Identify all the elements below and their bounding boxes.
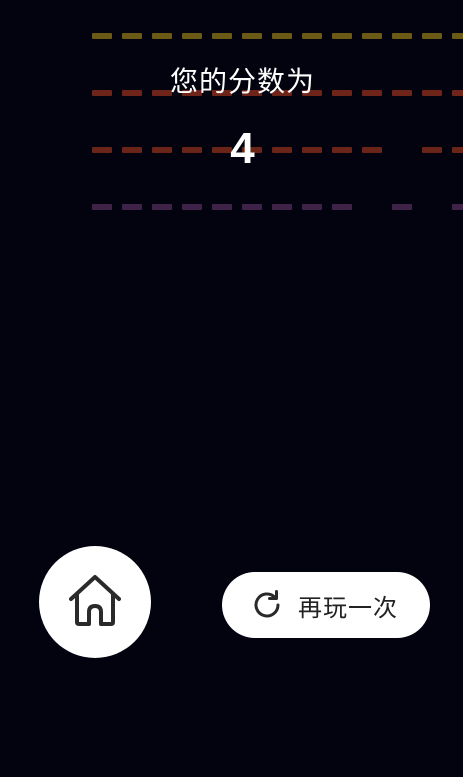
brick [212, 33, 232, 39]
replay-button[interactable]: 再玩一次 [222, 572, 430, 638]
brick [272, 204, 292, 210]
brick [302, 33, 322, 39]
brick [302, 204, 322, 210]
brick [332, 204, 352, 210]
brick [452, 204, 463, 210]
brick [92, 33, 112, 39]
brick [272, 33, 292, 39]
brick [182, 204, 202, 210]
brick [212, 204, 232, 210]
score-label: 您的分数为 [169, 65, 315, 98]
brick-row [92, 204, 463, 210]
brick-row [92, 33, 463, 39]
score-value: 4 [230, 124, 255, 173]
brick [152, 33, 172, 39]
game-screen: 您的分数为 4 再玩一次 [0, 0, 463, 777]
brick [362, 33, 382, 39]
brick [182, 33, 202, 39]
refresh-icon [250, 588, 284, 622]
brick [92, 204, 112, 210]
brick [122, 204, 142, 210]
brick [332, 33, 352, 39]
brick [422, 33, 442, 39]
brick [452, 33, 463, 39]
brick [392, 204, 412, 210]
brick [122, 33, 142, 39]
brick [242, 33, 262, 39]
brick [392, 33, 412, 39]
brick [242, 204, 262, 210]
home-icon [63, 568, 127, 636]
replay-label: 再玩一次 [298, 593, 398, 622]
brick [152, 204, 172, 210]
home-button[interactable] [39, 546, 151, 658]
